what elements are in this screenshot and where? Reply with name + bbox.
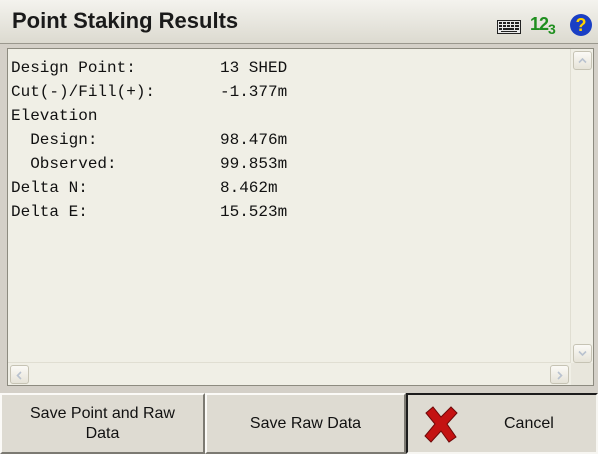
chevron-right-icon xyxy=(557,371,563,380)
save-raw-data-button[interactable]: Save Raw Data xyxy=(205,393,406,454)
results-panel: Design Point: 13 SHED Cut(-)/Fill(+): -1.3… xyxy=(7,48,594,386)
result-value: 8.462m xyxy=(220,179,278,197)
result-line-delta-n: Delta N: 8.462m xyxy=(11,176,287,200)
result-line-design-elevation: Design: 98.476m xyxy=(11,128,287,152)
result-value: -1.377m xyxy=(220,83,288,101)
result-line-observed-elevation: Observed: 99.853m xyxy=(11,152,287,176)
scroll-up-button[interactable] xyxy=(573,51,592,70)
scroll-down-button[interactable] xyxy=(573,344,592,363)
result-value: 98.476m xyxy=(220,131,288,149)
result-line-elevation: Elevation xyxy=(11,104,287,128)
result-value: 99.853m xyxy=(220,155,288,173)
chevron-down-icon xyxy=(578,350,587,357)
page-title: Point Staking Results xyxy=(12,8,239,33)
chevron-left-icon xyxy=(16,371,22,380)
result-label: Observed: xyxy=(11,155,117,173)
save-point-label-line1: Save Point and Raw xyxy=(30,405,175,422)
result-line-cut-fill: Cut(-)/Fill(+): -1.377m xyxy=(11,80,287,104)
scroll-left-button[interactable] xyxy=(10,365,29,384)
horizontal-scrollbar[interactable] xyxy=(8,362,571,385)
scrollbar-corner xyxy=(571,363,593,385)
cancel-label: Cancel xyxy=(504,415,554,432)
button-bar: Save Point and Raw Data Save Raw Data Ca… xyxy=(0,393,598,454)
result-label: Cut(-)/Fill(+): xyxy=(11,83,156,101)
numeric-indicator-sub: 3 xyxy=(548,21,556,37)
result-label: Design Point: xyxy=(11,59,136,77)
result-value: 13 SHED xyxy=(220,59,288,77)
result-label: Delta E: xyxy=(11,203,88,221)
save-point-and-raw-data-button[interactable]: Save Point and Raw Data xyxy=(0,393,205,454)
result-label: Design: xyxy=(11,131,98,149)
numeric-input-icon[interactable]: 123 xyxy=(530,14,556,37)
result-label: Delta N: xyxy=(11,179,88,197)
vertical-scrollbar[interactable] xyxy=(570,49,593,365)
save-point-label: Save Point and Raw Data xyxy=(2,395,203,444)
results-text: Design Point: 13 SHED Cut(-)/Fill(+): -1.3… xyxy=(11,56,287,224)
chevron-up-icon xyxy=(578,57,587,64)
numeric-indicator-main: 12 xyxy=(530,14,549,34)
scroll-right-button[interactable] xyxy=(550,365,569,384)
keyboard-icon[interactable] xyxy=(497,20,521,39)
help-icon[interactable]: ? xyxy=(570,14,592,36)
result-line-delta-e: Delta E: 15.523m xyxy=(11,200,287,224)
save-raw-label: Save Raw Data xyxy=(249,415,362,432)
result-label: Elevation xyxy=(11,107,98,125)
result-value: 15.523m xyxy=(220,203,288,221)
title-bar: Point Staking Results 123 ? xyxy=(0,0,598,44)
red-x-icon xyxy=(424,406,458,443)
cancel-button[interactable]: Cancel xyxy=(406,393,598,454)
result-line-design-point: Design Point: 13 SHED xyxy=(11,56,287,80)
save-point-label-line2: Data xyxy=(85,425,120,442)
